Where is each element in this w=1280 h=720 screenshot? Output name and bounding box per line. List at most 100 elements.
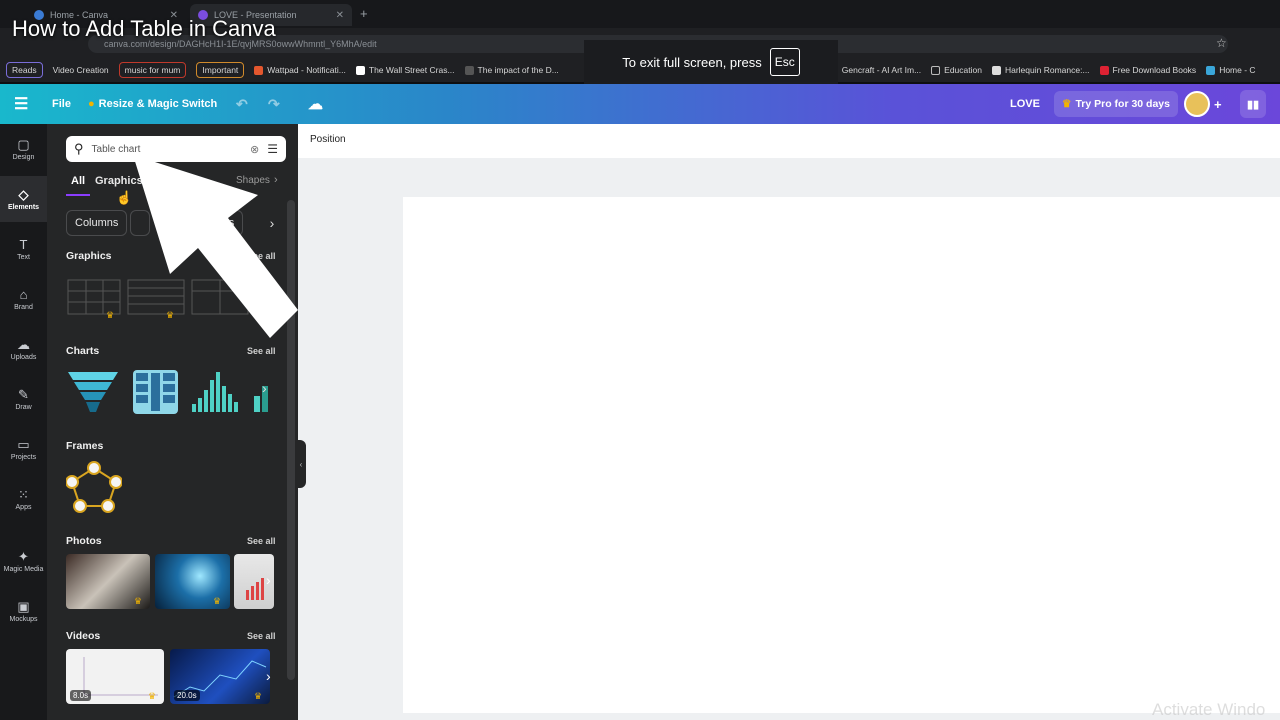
draw-icon: ✎	[18, 386, 29, 402]
filter-pill-columns[interactable]: Columns	[66, 210, 128, 236]
bar-chart-graphic	[192, 372, 238, 412]
videos-next-icon[interactable]: ›	[266, 668, 271, 684]
magic-media-icon: ✦	[18, 548, 29, 564]
site-icon	[464, 65, 474, 75]
tutorial-arrow-graphic	[133, 155, 298, 338]
design-page[interactable]	[403, 197, 1280, 713]
rail-item-label: Elements	[7, 203, 40, 211]
table-chart-thumbnail[interactable]	[133, 370, 178, 414]
rail-item-apps[interactable]: ⁙ Apps	[0, 476, 47, 522]
bookmark-link[interactable]: The Wall Street Cras...	[355, 65, 455, 75]
file-menu[interactable]: File	[52, 84, 71, 124]
rail-item-magic-media[interactable]: ✦ Magic Media	[0, 538, 47, 584]
bookmark-folder[interactable]: Important	[196, 62, 245, 78]
frame-circles-thumbnail[interactable]	[66, 460, 122, 516]
bookmark-folder[interactable]: Video Creation	[53, 65, 109, 75]
rail-item-label: Apps	[15, 503, 32, 511]
rail-item-label: Uploads	[10, 353, 37, 361]
search-icon: ⚲	[74, 141, 84, 156]
new-tab-button[interactable]: +	[360, 6, 368, 21]
rail-item-projects[interactable]: ▭ Projects	[0, 426, 47, 472]
bookmark-folder[interactable]: Reads	[6, 62, 43, 78]
tab-all[interactable]: All	[71, 175, 85, 187]
rail-item-label: Draw	[15, 403, 32, 411]
bookmark-link[interactable]: Education	[931, 65, 982, 75]
activation-watermark: Activate Windo	[1152, 700, 1266, 719]
rail-item-label: Text	[17, 253, 30, 261]
insights-icon[interactable]: ▮▮	[1240, 90, 1266, 118]
try-pro-button[interactable]: ♛ Try Pro for 30 days	[1054, 91, 1178, 117]
site-icon	[355, 65, 365, 75]
collapse-panel-handle[interactable]: ‹	[296, 440, 306, 488]
apps-icon: ⁙	[18, 486, 29, 502]
section-title-graphics: Graphics	[66, 250, 112, 262]
uploads-icon: ☁	[17, 336, 30, 352]
bookmark-link[interactable]: Home - C	[1206, 65, 1256, 75]
rail-item-label: Brand	[14, 303, 33, 311]
crown-icon: ♛	[134, 596, 143, 606]
bookmark-link[interactable]: Free Download Books	[1099, 65, 1196, 75]
text-icon: T	[19, 236, 28, 252]
bookmark-folder[interactable]: music for mum	[118, 62, 187, 78]
video-duration: 20.0s	[174, 690, 200, 701]
video-thumbnail[interactable]: 20.0s ♛	[170, 649, 270, 704]
funnel-chart-thumbnail[interactable]	[66, 370, 120, 414]
see-all-charts-link[interactable]: See all	[247, 346, 276, 356]
mouse-pointer-icon: ☝	[116, 190, 133, 205]
crown-icon: ♛	[106, 310, 115, 320]
rail-item-draw[interactable]: ✎ Draw	[0, 376, 47, 422]
redo-icon[interactable]: ↷	[268, 84, 280, 124]
active-tab-indicator	[66, 194, 90, 196]
section-title-photos: Photos	[66, 535, 102, 547]
photos-next-icon[interactable]: ›	[266, 572, 271, 588]
funnel-chart-graphic	[68, 372, 118, 412]
charts-next-icon[interactable]: ›	[262, 380, 278, 402]
rail-item-mockups[interactable]: ▣ Mockups	[0, 588, 47, 634]
resize-magic-switch-button[interactable]: ● Resize & Magic Switch	[88, 84, 217, 124]
see-all-videos-link[interactable]: See all	[247, 631, 276, 641]
elements-icon: ◇	[18, 186, 29, 202]
crown-icon: ♛	[148, 691, 157, 701]
rail-item-elements[interactable]: ◇ Elements	[0, 176, 47, 222]
section-title-charts: Charts	[66, 345, 100, 357]
bookmark-link[interactable]: Wattpad - Notificati...	[254, 65, 346, 75]
bookmark-link[interactable]: Harlequin Romance:...	[991, 65, 1090, 75]
crown-icon: ♛	[1062, 98, 1072, 110]
canva-favicon-icon	[1206, 65, 1216, 75]
menu-icon[interactable]: ☰	[14, 84, 28, 124]
folder-icon	[931, 65, 941, 75]
section-title-frames: Frames	[66, 440, 104, 452]
projects-icon: ▭	[17, 436, 30, 452]
crown-icon: ♛	[254, 691, 263, 701]
site-icon	[1099, 65, 1109, 75]
cloud-save-icon[interactable]: ☁	[308, 84, 323, 124]
mockups-icon: ▣	[17, 598, 30, 614]
rail-item-text[interactable]: T Text	[0, 226, 47, 272]
video-thumbnail[interactable]: 8.0s ♛	[66, 649, 164, 704]
avatar[interactable]	[1184, 91, 1210, 117]
video-title: How to Add Table in Canva	[12, 16, 276, 41]
bar-chart-thumbnail[interactable]	[190, 370, 242, 414]
context-toolbar	[298, 124, 1280, 158]
graphic-table-thumbnail[interactable]: ♛	[66, 276, 122, 320]
position-button[interactable]: Position	[310, 134, 346, 145]
site-icon	[991, 65, 1001, 75]
photo-thumbnail[interactable]: ♛	[155, 554, 230, 609]
undo-icon[interactable]: ↶	[236, 84, 248, 124]
close-tab-icon[interactable]: ✕	[336, 10, 344, 21]
add-collaborator-icon[interactable]: +	[1214, 84, 1222, 124]
bookmark-link[interactable]: The impact of the D...	[464, 65, 559, 75]
crown-icon: ●	[88, 98, 95, 110]
bookmark-star-icon[interactable]: ☆	[1216, 36, 1227, 50]
rail-item-design[interactable]: ▢ Design	[0, 126, 47, 172]
table-chart-graphic	[133, 370, 178, 414]
bookmark-link[interactable]: Gencraft - AI Art Im...	[828, 65, 921, 75]
rail-item-uploads[interactable]: ☁ Uploads	[0, 326, 47, 372]
video-duration: 8.0s	[70, 690, 92, 701]
frame-graphic	[66, 461, 122, 513]
photo-thumbnail[interactable]: ♛	[66, 554, 150, 609]
see-all-photos-link[interactable]: See all	[247, 536, 276, 546]
rail-item-brand[interactable]: ⌂ Brand	[0, 276, 47, 322]
document-title[interactable]: LOVE	[1010, 84, 1040, 124]
brand-icon: ⌂	[19, 286, 28, 302]
